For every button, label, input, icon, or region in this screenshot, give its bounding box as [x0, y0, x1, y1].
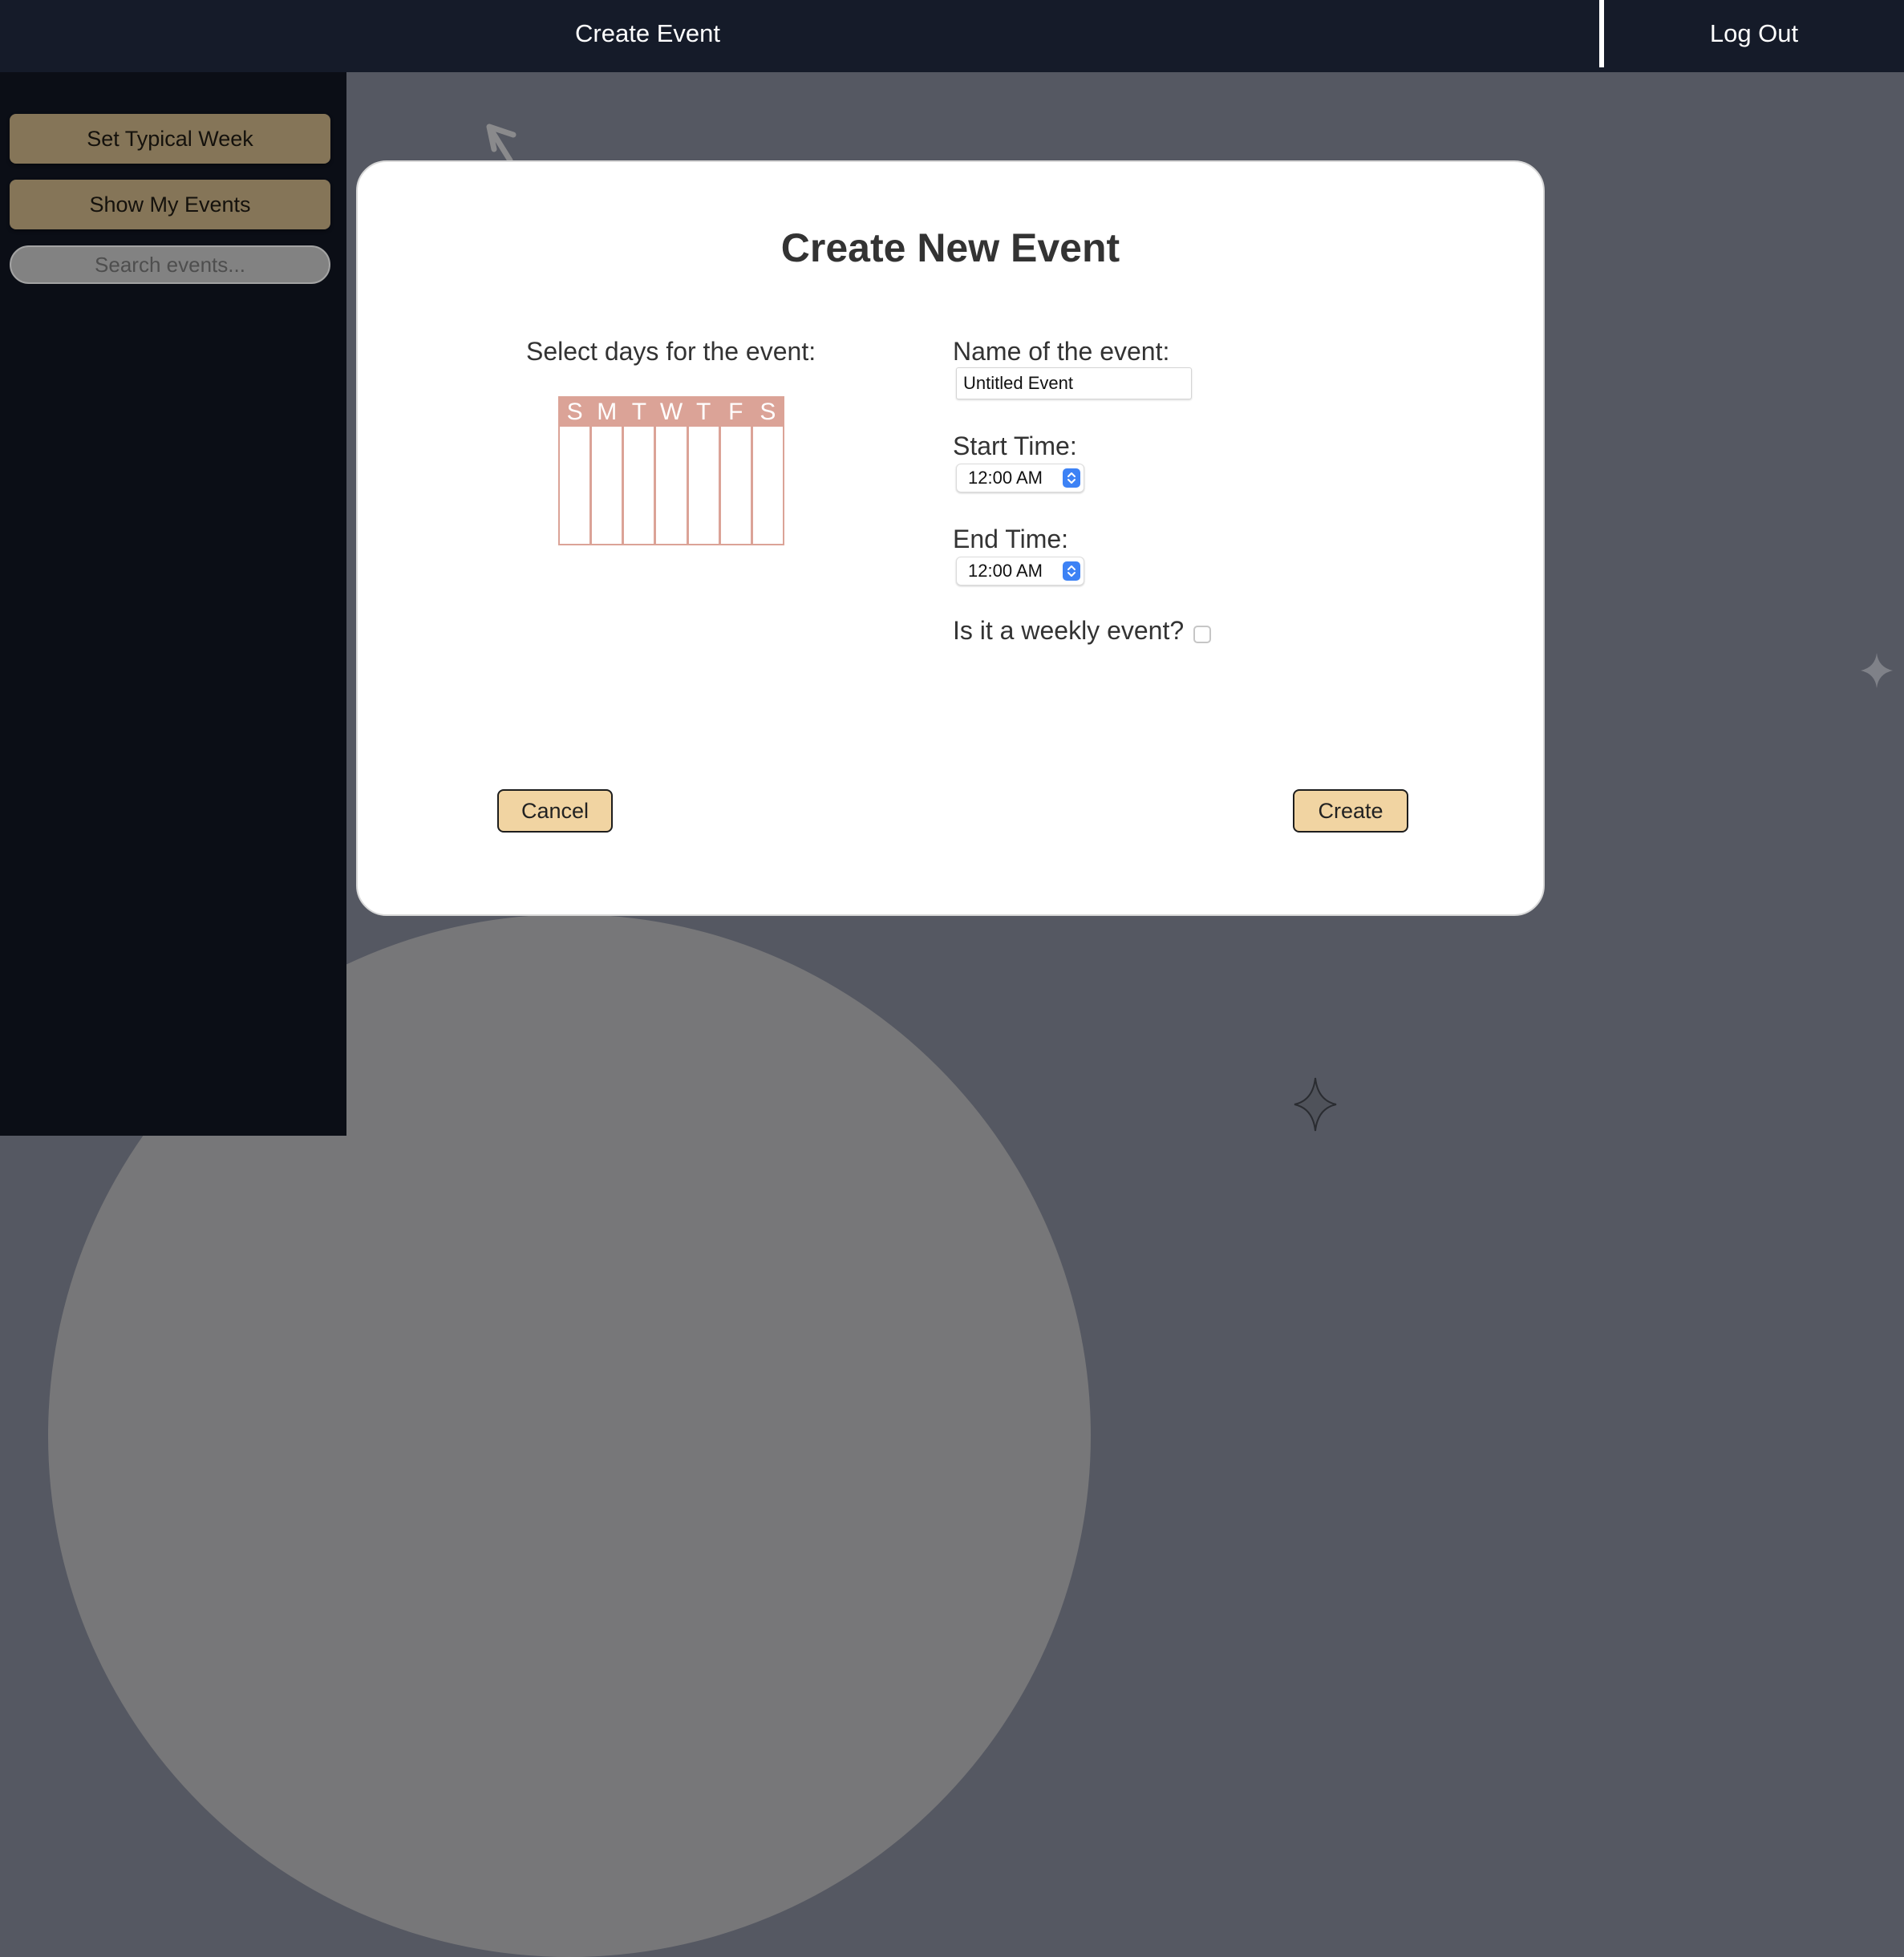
day-cell[interactable] [720, 427, 751, 544]
stepper-icon[interactable] [1063, 561, 1080, 581]
day-cell[interactable] [752, 427, 783, 544]
start-time-select[interactable]: 12:00 AM [956, 464, 1084, 492]
sparkle-icon [1294, 1077, 1337, 1132]
event-name-input[interactable] [956, 367, 1192, 399]
end-time-select[interactable]: 12:00 AM [956, 557, 1084, 585]
end-time-value: 12:00 AM [968, 561, 1043, 581]
day-header: T [624, 398, 654, 427]
day-column-wednesday[interactable]: W [656, 398, 689, 544]
day-selector-grid: S M T W T F S [558, 396, 784, 545]
day-header: W [656, 398, 687, 427]
start-time-label: Start Time: [953, 432, 1077, 460]
search-input[interactable] [10, 245, 330, 284]
day-cell[interactable] [656, 427, 687, 544]
day-header: T [688, 398, 719, 427]
cancel-button[interactable]: Cancel [497, 789, 613, 833]
day-cell[interactable] [592, 427, 622, 544]
day-column-monday[interactable]: M [592, 398, 625, 544]
sidebar: Set Typical Week Show My Events [0, 72, 346, 1136]
day-column-sunday[interactable]: S [560, 398, 593, 544]
day-column-tuesday[interactable]: T [624, 398, 657, 544]
stepper-icon[interactable] [1063, 468, 1080, 488]
create-button[interactable]: Create [1293, 789, 1408, 833]
logout-button[interactable]: Log Out [1604, 0, 1904, 67]
day-cell[interactable] [688, 427, 719, 544]
day-header: S [560, 398, 590, 427]
day-cell[interactable] [560, 427, 590, 544]
show-my-events-button[interactable]: Show My Events [10, 180, 330, 229]
event-name-label: Name of the event: [953, 337, 1170, 366]
day-cell[interactable] [624, 427, 654, 544]
day-column-thursday[interactable]: T [688, 398, 721, 544]
modal-title: Create New Event [780, 225, 1120, 270]
day-header: S [752, 398, 783, 427]
set-typical-week-button[interactable]: Set Typical Week [10, 114, 330, 164]
day-column-friday[interactable]: F [720, 398, 753, 544]
weekly-event-label: Is it a weekly event? [953, 616, 1185, 645]
top-bar: Create Event Log Out [0, 0, 1904, 72]
sparkle-icon [1861, 653, 1893, 688]
start-time-value: 12:00 AM [968, 468, 1043, 488]
days-label: Select days for the event: [526, 337, 816, 366]
day-column-saturday[interactable]: S [752, 398, 783, 544]
day-header: M [592, 398, 622, 427]
page-title: Create Event [575, 19, 720, 47]
weekly-event-checkbox[interactable] [1193, 626, 1211, 643]
create-event-modal: Create New Event Select days for the eve… [356, 160, 1545, 916]
day-header: F [720, 398, 751, 427]
end-time-label: End Time: [953, 525, 1069, 553]
